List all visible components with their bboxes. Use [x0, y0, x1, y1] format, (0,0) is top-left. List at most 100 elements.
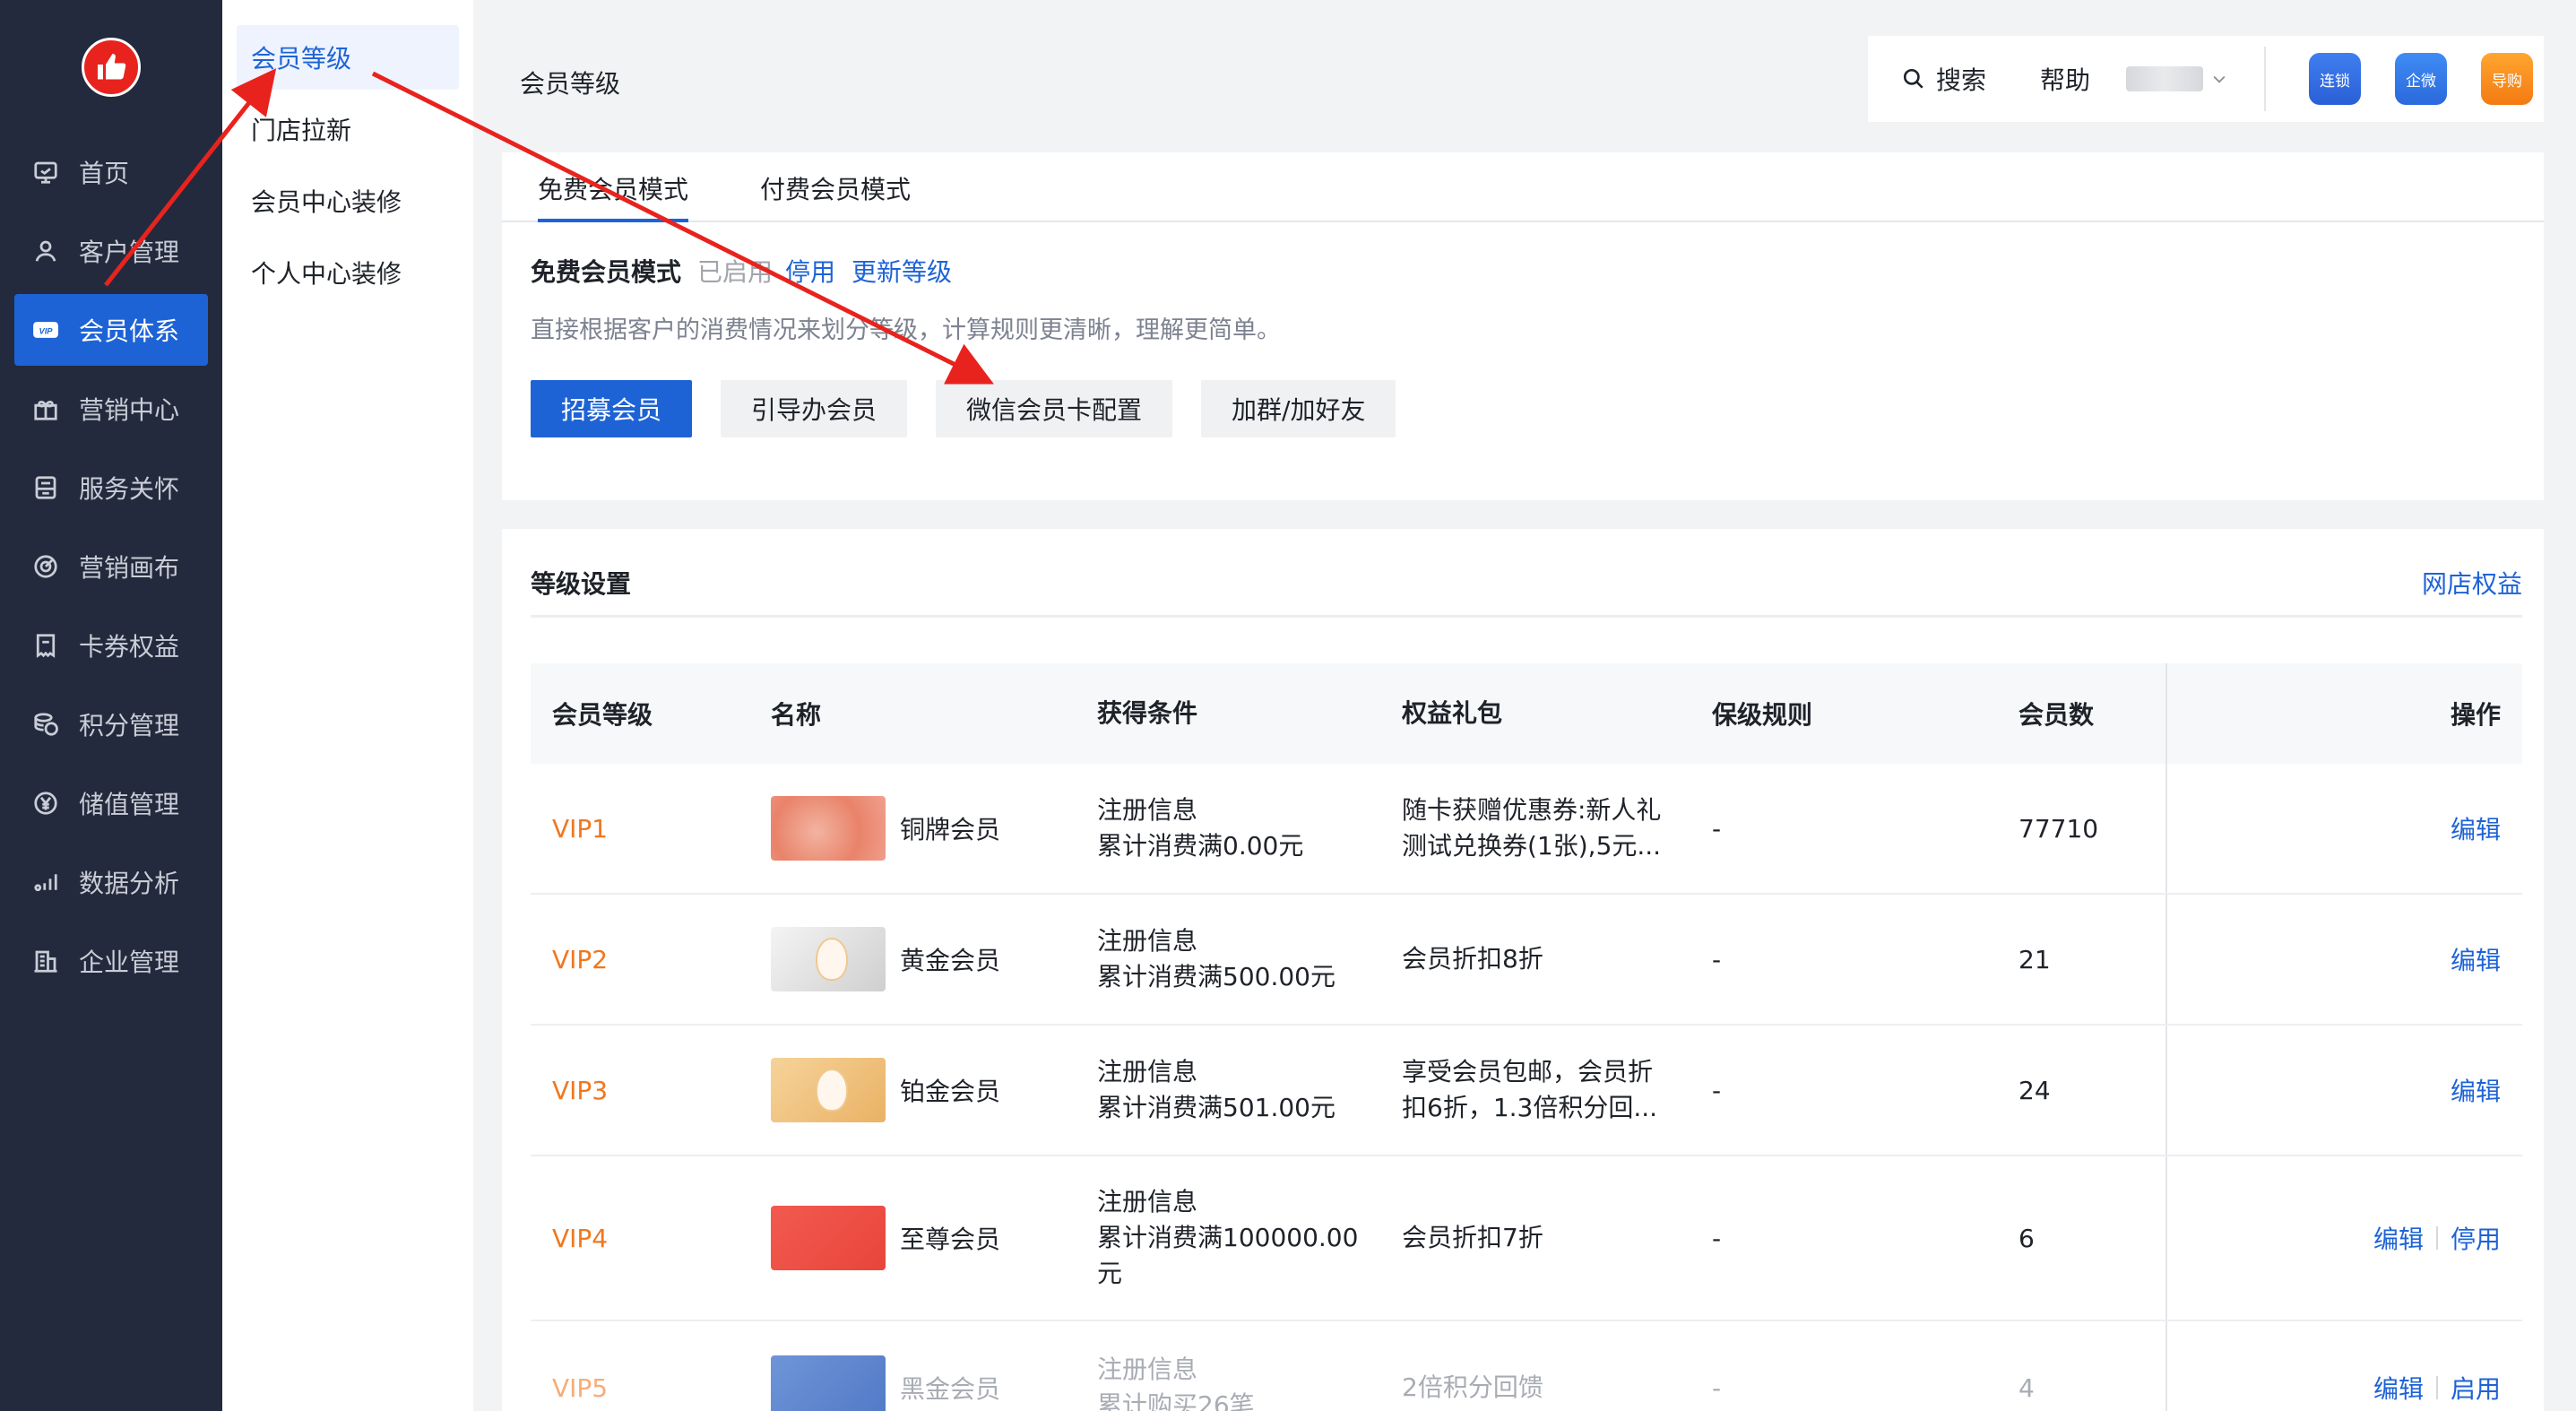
- chain-app-button[interactable]: 连锁: [2309, 53, 2362, 105]
- col-name: 名称: [771, 700, 822, 730]
- thumbs-up-icon: [98, 54, 126, 80]
- update-levels-link[interactable]: 更新等级: [851, 253, 952, 289]
- recruit-members-button[interactable]: 招募会员: [531, 380, 693, 437]
- col-member-count: 会员数: [2018, 700, 2095, 730]
- member-count: 77710: [2018, 813, 2099, 844]
- online-store-benefits-link[interactable]: 网店权益: [2422, 565, 2522, 601]
- keep-rule: -: [1712, 1075, 1722, 1105]
- toolbar-divider: [2264, 47, 2267, 111]
- search-label: 搜索: [1936, 65, 1987, 95]
- gift-cell: 会员折扣7折: [1402, 1220, 1543, 1256]
- gift-line: 扣6折，1.3倍积分回...: [1402, 1093, 1658, 1122]
- actions-cell: 编辑 停用: [2373, 1220, 2501, 1256]
- condition-cell: 注册信息 累计购买26笔: [1097, 1352, 1255, 1411]
- action-separator: [2435, 1226, 2438, 1250]
- join-group-button[interactable]: 加群/加好友: [1201, 380, 1396, 437]
- nav-item-membership[interactable]: VIP 会员体系: [14, 294, 208, 366]
- header-toolbar: 搜索 帮助 连锁 企微 导购: [1868, 36, 2544, 122]
- actions-cell: 编辑 启用: [2373, 1370, 2501, 1406]
- tab-free-membership[interactable]: 免费会员模式: [538, 170, 689, 222]
- target-icon: [32, 553, 59, 580]
- keep-rule: -: [1712, 1372, 1722, 1403]
- nav-label: 积分管理: [79, 711, 180, 740]
- primary-nav: 首页 客户管理 VIP 会员体系 营销中心 服务关怀 营销画布 卡券权益 积分管…: [0, 136, 222, 1004]
- edit-button[interactable]: 编辑: [2373, 1370, 2424, 1406]
- edit-button[interactable]: 编辑: [2451, 1072, 2501, 1108]
- shopping-guide-app-button[interactable]: 导购: [2481, 53, 2534, 105]
- col-gift: 权益礼包: [1402, 698, 1503, 728]
- level-code: VIP5: [552, 1372, 609, 1403]
- gift-cell: 享受会员包邮，会员折 扣6折，1.3倍积分回...: [1402, 1054, 1657, 1126]
- user-icon: [32, 238, 59, 264]
- nav-item-stored-value[interactable]: 储值管理: [0, 767, 222, 839]
- nav-item-analytics[interactable]: 数据分析: [0, 846, 222, 918]
- condition-cell: 注册信息 累计消费满0.00元: [1097, 792, 1303, 864]
- level-name: 铜牌会员: [900, 815, 1001, 844]
- card-thumbnail: [771, 1058, 886, 1122]
- level-settings-card: 等级设置 网店权益 会员等级 名称 获得条件 权益礼包 保级规则 会员数 操作 …: [502, 529, 2544, 1411]
- col-actions: 操作: [2450, 700, 2501, 730]
- chevron-down-icon: [2213, 75, 2226, 83]
- gift-line: 随卡获赠优惠券:新人礼: [1402, 795, 1662, 825]
- subnav-item-store-acquisition[interactable]: 门店拉新: [237, 97, 459, 161]
- nav-item-enterprise[interactable]: 企业管理: [0, 925, 222, 997]
- level-name-cell: 铂金会员: [771, 1058, 1000, 1122]
- nav-item-service[interactable]: 服务关怀: [0, 452, 222, 524]
- bar-chart-icon: [32, 869, 59, 896]
- condition-line: 累计消费满500.00元: [1097, 962, 1336, 991]
- nav-item-canvas[interactable]: 营销画布: [0, 531, 222, 602]
- nav-item-coupons[interactable]: 卡券权益: [0, 610, 222, 681]
- gift-line: 测试兑换券(1张),5元...: [1402, 831, 1662, 861]
- app-root: 首页 客户管理 VIP 会员体系 营销中心 服务关怀 营销画布 卡券权益 积分管…: [0, 0, 2576, 1411]
- mode-name: 免费会员模式: [531, 257, 682, 287]
- guide-join-button[interactable]: 引导办会员: [721, 380, 908, 437]
- table-row: VIP5 黑金会员 注册信息 累计购买26笔 2倍积分回馈 - 4 编辑 启用: [531, 1321, 2522, 1411]
- nav-label: 卡券权益: [79, 632, 180, 662]
- member-mode-card: 免费会员模式 付费会员模式 免费会员模式 已启用 停用 更新等级 直接根据客户的…: [502, 152, 2544, 500]
- card-thumbnail: [771, 1206, 886, 1270]
- nav-label: 营销中心: [79, 395, 180, 425]
- section-title: 等级设置: [531, 569, 632, 599]
- user-menu[interactable]: [2126, 66, 2228, 91]
- card-thumbnail: [771, 796, 886, 861]
- subnav-item-member-center-design[interactable]: 会员中心装修: [237, 169, 459, 233]
- nav-item-customers[interactable]: 客户管理: [0, 215, 222, 287]
- card-thumbnail: [771, 1355, 886, 1411]
- member-count: 24: [2018, 1075, 2051, 1105]
- condition-line: 注册信息: [1097, 795, 1198, 825]
- keep-rule: -: [1712, 944, 1722, 974]
- condition-cell: 注册信息 累计消费满501.00元: [1097, 1054, 1336, 1126]
- level-name: 铂金会员: [900, 1077, 1001, 1106]
- keep-rule: -: [1712, 813, 1722, 844]
- tab-paid-membership[interactable]: 付费会员模式: [760, 170, 911, 206]
- subnav-item-member-levels[interactable]: 会员等级: [237, 25, 459, 90]
- nav-item-marketing[interactable]: 营销中心: [0, 373, 222, 445]
- level-name: 黑金会员: [900, 1374, 1001, 1404]
- keep-rule: -: [1712, 1223, 1722, 1253]
- edit-button[interactable]: 编辑: [2451, 941, 2501, 977]
- brand-logo[interactable]: [82, 38, 141, 97]
- condition-line: 累计购买26笔: [1097, 1390, 1255, 1411]
- gift-line: 会员折扣8折: [1402, 944, 1543, 974]
- wechat-card-config-button[interactable]: 微信会员卡配置: [936, 380, 1173, 437]
- gift-cell: 随卡获赠优惠券:新人礼 测试兑换券(1张),5元...: [1402, 792, 1661, 864]
- search-button[interactable]: 搜索: [1902, 61, 1986, 97]
- edit-button[interactable]: 编辑: [2451, 810, 2501, 846]
- help-button[interactable]: 帮助: [2040, 61, 2090, 97]
- nav-label: 储值管理: [79, 790, 180, 819]
- vip-icon: VIP: [32, 316, 59, 343]
- edit-button[interactable]: 编辑: [2373, 1220, 2424, 1256]
- nav-item-home[interactable]: 首页: [0, 136, 222, 208]
- condition-line: 注册信息: [1097, 1355, 1198, 1384]
- disable-level-button[interactable]: 停用: [2451, 1220, 2501, 1256]
- enable-level-button[interactable]: 启用: [2451, 1370, 2501, 1406]
- subnav-item-personal-center-design[interactable]: 个人中心装修: [237, 240, 459, 305]
- secondary-nav: 会员等级 门店拉新 会员中心装修 个人中心装修: [222, 0, 473, 1411]
- mode-status-row: 免费会员模式 已启用 停用 更新等级: [531, 253, 952, 289]
- actions-cell: 编辑: [2451, 941, 2501, 977]
- wecom-app-button[interactable]: 企微: [2395, 53, 2448, 105]
- col-condition: 获得条件: [1097, 698, 1198, 728]
- nav-item-points[interactable]: 积分管理: [0, 688, 222, 760]
- svg-text:VIP: VIP: [39, 326, 53, 335]
- disable-mode-link[interactable]: 停用: [785, 253, 835, 289]
